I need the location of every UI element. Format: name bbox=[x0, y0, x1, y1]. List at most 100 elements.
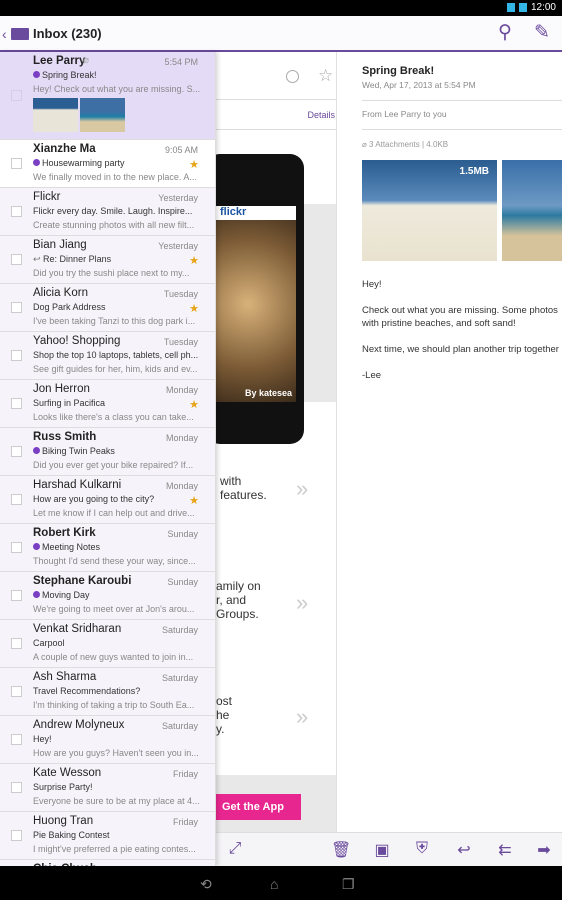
message-subject: Spring Break! bbox=[362, 65, 435, 77]
list-item[interactable]: Robert Kirk Sunday Meeting Notes Thought… bbox=[0, 524, 215, 572]
timestamp: Sunday bbox=[167, 529, 198, 539]
list-item[interactable]: Yahoo! Shopping Tuesday Shop the top 10 … bbox=[0, 332, 215, 380]
system-nav-bar: ⟲ ⌂ ❐ bbox=[0, 866, 562, 900]
back-chevron-icon[interactable]: ‹ bbox=[2, 26, 7, 42]
chevron-double-icon[interactable]: » bbox=[296, 590, 308, 616]
timestamp: Sunday bbox=[167, 577, 198, 587]
checkbox[interactable] bbox=[11, 830, 22, 841]
star-icon[interactable]: ★ bbox=[189, 254, 199, 267]
html-email-preview: ☆ Details flickr By katesea with feature… bbox=[216, 52, 337, 832]
checkbox[interactable] bbox=[11, 398, 22, 409]
sender: Ash Sharma bbox=[33, 671, 97, 683]
details-link[interactable]: Details bbox=[307, 110, 335, 120]
attachment-thumbnail[interactable] bbox=[502, 160, 562, 261]
list-item[interactable]: Stephane Karoubi Sunday Moving Day We're… bbox=[0, 572, 215, 620]
attachment-thumbnail[interactable] bbox=[80, 98, 125, 132]
star-icon[interactable]: ★ bbox=[189, 494, 199, 507]
chevron-double-icon[interactable]: » bbox=[296, 704, 308, 730]
mail-icon[interactable] bbox=[11, 28, 29, 40]
recents-icon[interactable]: ❐ bbox=[342, 876, 355, 893]
back-icon[interactable]: ⟲ bbox=[200, 876, 212, 893]
checkbox[interactable] bbox=[11, 446, 22, 457]
checkbox[interactable] bbox=[11, 350, 22, 361]
list-item[interactable]: Andrew Molyneux Saturday Hey! How are yo… bbox=[0, 716, 215, 764]
checkbox[interactable] bbox=[11, 302, 22, 313]
label-dot-icon bbox=[33, 71, 40, 78]
checkbox[interactable] bbox=[11, 158, 22, 169]
timestamp: Monday bbox=[165, 433, 198, 443]
unread-toggle-icon[interactable] bbox=[286, 70, 299, 83]
photo-credit: By katesea bbox=[244, 388, 292, 398]
timestamp: 5:54 PM bbox=[164, 57, 198, 67]
list-item[interactable]: Russ Smith Monday Biking Twin Peaks Did … bbox=[0, 428, 215, 476]
get-the-app-button[interactable]: Get the App bbox=[216, 794, 301, 820]
snippet: I'm thinking of taking a trip to South E… bbox=[33, 700, 195, 710]
timestamp: Friday bbox=[172, 769, 198, 779]
list-item[interactable]: Xianzhe Ma 9:05 AM Housewarming party We… bbox=[0, 140, 215, 188]
wifi-icon bbox=[506, 2, 515, 12]
snippet: See gift guides for her, him, kids and e… bbox=[33, 364, 198, 374]
subject: Pie Baking Contest bbox=[33, 830, 110, 840]
list-item[interactable]: Flickr Yesterday Flickr every day. Smile… bbox=[0, 188, 215, 236]
checkbox[interactable] bbox=[11, 590, 22, 601]
attachment-size: 1.5MB bbox=[459, 166, 489, 177]
list-item[interactable]: Bian Jiang Yesterday ↩ Re: Dinner Plans … bbox=[0, 236, 215, 284]
forward-icon[interactable]: ➡ bbox=[534, 840, 554, 860]
subject: Spring Break! bbox=[33, 70, 97, 80]
list-item[interactable]: Huong Tran Friday Pie Baking Contest I m… bbox=[0, 812, 215, 860]
chevron-double-icon[interactable]: » bbox=[296, 476, 308, 502]
message-list[interactable]: Lee Parry ⌀ 5:54 PM Spring Break! Hey! C… bbox=[0, 52, 216, 866]
checkbox[interactable] bbox=[11, 254, 22, 265]
list-item[interactable]: Jon Herron Monday Surfing in Pacifica Lo… bbox=[0, 380, 215, 428]
sender: Harshad Kulkarni bbox=[33, 479, 122, 491]
sender: Jon Herron bbox=[33, 383, 90, 395]
trash-icon[interactable]: 🗑 bbox=[331, 840, 351, 860]
reply-all-icon[interactable]: ⇇ bbox=[495, 840, 515, 860]
star-icon[interactable]: ★ bbox=[189, 302, 199, 315]
from-line[interactable]: From Lee Parry to you bbox=[362, 109, 447, 119]
battery-icon bbox=[518, 2, 527, 12]
subject: Surprise Party! bbox=[33, 782, 93, 792]
replied-icon: ↩ bbox=[33, 254, 44, 264]
status-bar: 12:00 bbox=[0, 0, 562, 16]
checkbox[interactable] bbox=[11, 90, 22, 101]
clock: 12:00 bbox=[530, 2, 556, 13]
attachment-thumbnail[interactable]: 1.5MB bbox=[362, 160, 497, 261]
snippet: I've been taking Tanzi to this dog park … bbox=[33, 316, 196, 326]
checkbox[interactable] bbox=[11, 542, 22, 553]
list-item[interactable]: Kate Wesson Friday Surprise Party! Every… bbox=[0, 764, 215, 812]
list-item[interactable]: Alicia Korn Tuesday Dog Park Address I'v… bbox=[0, 284, 215, 332]
checkbox[interactable] bbox=[11, 206, 22, 217]
paperclip-icon: ⌀ bbox=[362, 140, 370, 149]
star-icon[interactable]: ★ bbox=[189, 158, 199, 171]
reply-icon[interactable]: ↩ bbox=[454, 840, 474, 860]
checkbox[interactable] bbox=[11, 638, 22, 649]
star-outline-icon[interactable]: ☆ bbox=[318, 66, 333, 86]
expand-icon[interactable]: ⤢ bbox=[225, 840, 245, 858]
action-bar: ‹ Inbox (230) ⚲ ✎ bbox=[0, 16, 562, 52]
search-icon[interactable]: ⚲ bbox=[494, 22, 516, 44]
message-view: Spring Break! Wed, Apr 17, 2013 at 5:54 … bbox=[337, 52, 562, 832]
attachment-thumbnail[interactable] bbox=[33, 98, 78, 132]
compose-icon[interactable]: ✎ bbox=[531, 22, 553, 44]
snippet: I might've preferred a pie eating contes… bbox=[33, 844, 196, 854]
subject: Surfing in Pacifica bbox=[33, 398, 106, 408]
list-item[interactable]: Venkat Sridharan Saturday Carpool A coup… bbox=[0, 620, 215, 668]
spam-icon[interactable]: ⛨ bbox=[412, 840, 432, 858]
snippet: Did you ever get your bike repaired? If.… bbox=[33, 460, 194, 470]
move-folder-icon[interactable]: ▣ bbox=[372, 840, 392, 860]
label-dot-icon bbox=[33, 447, 40, 454]
list-item[interactable]: Chia Chuah bbox=[0, 860, 215, 866]
star-icon[interactable]: ★ bbox=[189, 398, 199, 411]
subject: Meeting Notes bbox=[33, 542, 100, 552]
page-title[interactable]: Inbox (230) bbox=[33, 26, 102, 41]
list-item[interactable]: Lee Parry ⌀ 5:54 PM Spring Break! Hey! C… bbox=[0, 52, 215, 140]
list-item[interactable]: Harshad Kulkarni Monday How are you goin… bbox=[0, 476, 215, 524]
checkbox[interactable] bbox=[11, 734, 22, 745]
checkbox[interactable] bbox=[11, 782, 22, 793]
list-item[interactable]: Ash Sharma Saturday Travel Recommendatio… bbox=[0, 668, 215, 716]
subject: How are you going to the city? bbox=[33, 494, 155, 504]
home-icon[interactable]: ⌂ bbox=[270, 876, 278, 892]
checkbox[interactable] bbox=[11, 494, 22, 505]
checkbox[interactable] bbox=[11, 686, 22, 697]
